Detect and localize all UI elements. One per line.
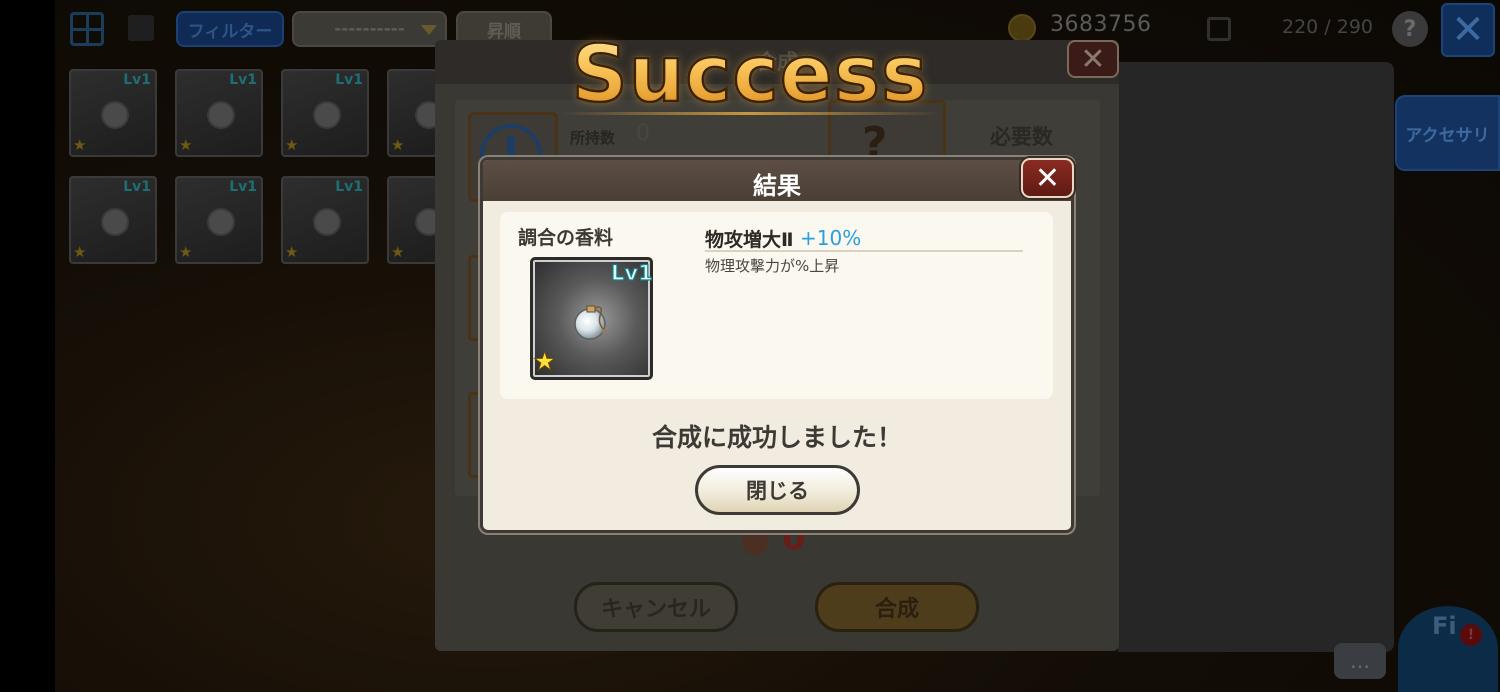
item-level-label: Lv1 bbox=[123, 179, 151, 195]
perfume-bottle-icon bbox=[101, 208, 129, 236]
item-name: 調合の香料 bbox=[518, 227, 614, 249]
close-button[interactable]: 閉じる bbox=[695, 465, 860, 515]
star-icon: ★ bbox=[73, 136, 87, 154]
chat-icon[interactable]: … bbox=[1334, 643, 1386, 679]
success-banner-text: Success bbox=[570, 29, 929, 122]
effect-value: +10% bbox=[800, 226, 862, 250]
result-dialog: 結果 調合の香料 Lv1 ★ 物攻増大Ⅱ +10% 物理攻撃力が%上昇 合成に成… bbox=[480, 157, 1074, 533]
star-icon: ★ bbox=[532, 347, 557, 378]
owned-count-value: 0 bbox=[636, 121, 650, 146]
success-banner: Success bbox=[0, 29, 1500, 122]
effect-divider bbox=[705, 250, 1023, 252]
effect-description: 物理攻撃力が%上昇 bbox=[705, 257, 840, 275]
result-dialog-title: 結果 bbox=[753, 172, 801, 200]
compose-button[interactable]: 合成 bbox=[815, 582, 979, 632]
owned-count-label: 所持数 bbox=[570, 129, 616, 147]
notification-badge: ! bbox=[1460, 624, 1482, 646]
inventory-item[interactable]: Lv1 ★ bbox=[175, 176, 263, 264]
perfume-bottle-icon bbox=[574, 305, 607, 340]
star-icon: ★ bbox=[73, 243, 87, 261]
effect-name: 物攻増大Ⅱ bbox=[705, 229, 794, 251]
inventory-item[interactable]: Lv1 ★ bbox=[69, 176, 157, 264]
required-count-label: 必要数 bbox=[990, 125, 1053, 149]
item-level-label: Lv1 bbox=[229, 179, 257, 195]
inventory-item[interactable]: ★ bbox=[387, 176, 443, 264]
star-icon: ★ bbox=[179, 136, 193, 154]
result-item-panel: 調合の香料 Lv1 ★ 物攻増大Ⅱ +10% 物理攻撃力が%上昇 bbox=[500, 212, 1053, 399]
result-message: 合成に成功しました！ bbox=[651, 423, 902, 452]
detail-panel bbox=[1118, 62, 1394, 652]
item-card[interactable]: Lv1 ★ bbox=[530, 257, 653, 380]
close-icon[interactable]: ✕ bbox=[1021, 158, 1074, 198]
perfume-bottle-icon bbox=[207, 208, 235, 236]
inventory-item[interactable]: Lv1 ★ bbox=[281, 176, 369, 264]
star-icon: ★ bbox=[285, 243, 299, 261]
item-level-label: Lv1 bbox=[335, 179, 363, 195]
item-level-label: Lv1 bbox=[610, 260, 653, 285]
star-icon: ★ bbox=[179, 243, 193, 261]
star-icon: ★ bbox=[391, 243, 405, 261]
cancel-button[interactable]: キャンセル bbox=[574, 582, 738, 632]
star-icon: ★ bbox=[391, 136, 405, 154]
star-icon: ★ bbox=[285, 136, 299, 154]
perfume-bottle-icon bbox=[313, 208, 341, 236]
field-label: Fi bbox=[1432, 612, 1457, 640]
